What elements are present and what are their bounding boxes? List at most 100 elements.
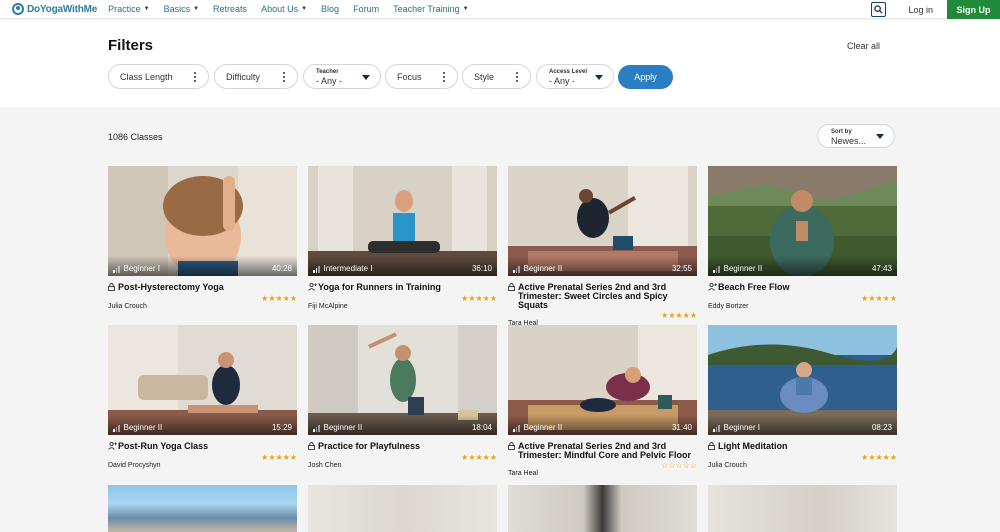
class-card[interactable]: Beginner II 15:29 Post-Run Yoga Class David… [108, 325, 297, 469]
filter-class-length[interactable]: Class Length [108, 64, 209, 89]
login-link[interactable]: Log in [908, 5, 933, 15]
rating-stars: ★★★★★ [661, 311, 697, 320]
filter-difficulty[interactable]: Difficulty [214, 64, 298, 89]
sort-select[interactable]: Sort by Newes... [817, 124, 895, 148]
filters-title: Filters [108, 37, 154, 54]
level-label: Beginner II [123, 423, 163, 432]
class-thumbnail[interactable]: Beginner II 18:04 [308, 325, 497, 435]
chevron-down-icon: ▼ [462, 6, 469, 12]
class-thumbnail[interactable]: Beginner II 32:55 [508, 166, 697, 276]
nav-item-label: Forum [353, 4, 380, 14]
class-title-line2: Trimester: Sweet Circles and Spicy Squat… [518, 291, 668, 310]
level-label: Beginner I [723, 423, 760, 432]
class-title-line1: Yoga for Runners in Training [318, 282, 441, 292]
class-thumbnail[interactable]: Beginner II 31:40 [508, 325, 697, 435]
logo-icon [12, 3, 24, 15]
filter-access-level-select[interactable]: Access Level - Any - [536, 64, 614, 89]
class-meta: Tara Heal ☆☆☆☆☆ [508, 461, 697, 478]
class-title[interactable]: Light Meditation [708, 442, 897, 452]
class-card-partial[interactable] [308, 485, 497, 532]
select-label: Access Level [549, 69, 588, 75]
rating-stars: ☆☆☆☆☆ [661, 461, 697, 470]
level-label: Intermediate I [323, 264, 373, 273]
teacher-name[interactable]: Julia Crouch [708, 462, 747, 469]
nav-item-about-us[interactable]: About Us ▼ [261, 4, 307, 14]
class-card[interactable]: Beginner II 32:55 Active Prenatal Series 2… [508, 166, 697, 327]
nav-item-practice[interactable]: Practice ▼ [108, 4, 149, 14]
class-thumbnail[interactable]: Beginner II 47:43 [708, 166, 897, 276]
duration-label: 47:43 [871, 264, 892, 273]
nav-item-label: About Us [261, 4, 299, 14]
nav-menu: Practice ▼ Basics ▼ Retreats About Us ▼ Blo… [108, 4, 482, 14]
teacher-name[interactable]: Tara Heal [508, 470, 538, 477]
teacher-name[interactable]: Josh Chen [308, 462, 341, 469]
class-title[interactable]: Post-Hysterectomy Yoga [108, 283, 297, 293]
level-label: Beginner II [523, 264, 563, 273]
class-title[interactable]: Beach Free Flow [708, 283, 897, 293]
class-title[interactable]: Active Prenatal Series 2nd and 3rd Trimes… [508, 283, 697, 310]
class-thumbnail[interactable]: Beginner II 15:29 [108, 325, 297, 435]
person-plus-icon [108, 441, 118, 452]
lock-icon [308, 442, 318, 452]
class-title-line2: Trimester: Mindful Core and Pelvic Floor [518, 450, 692, 460]
class-card[interactable]: Beginner II 47:43 Beach Free Flow Eddy Bort… [708, 166, 897, 310]
signup-button[interactable]: Sign Up [947, 0, 1000, 19]
class-title-line1: Beach Free Flow [718, 282, 790, 292]
clear-all-link[interactable]: Clear all [847, 41, 880, 51]
filter-focus[interactable]: Focus [385, 64, 458, 89]
class-card[interactable]: Beginner I 40:28 Post-Hysterectomy Yoga Jul… [108, 166, 297, 310]
level-badge: Beginner II [513, 423, 562, 432]
nav-item-label: Teacher Training [393, 4, 460, 14]
class-title[interactable]: Active Prenatal Series 2nd and 3rd Trimes… [508, 442, 697, 460]
nav-item-basics[interactable]: Basics ▼ [164, 4, 199, 14]
nav-item-retreats[interactable]: Retreats [213, 4, 247, 14]
kebab-icon [443, 72, 445, 82]
class-title-line1: Post-Hysterectomy Yoga [118, 282, 224, 292]
lock-icon [508, 283, 518, 310]
class-thumbnail[interactable] [108, 485, 297, 532]
nav-item-blog[interactable]: Blog [321, 4, 339, 14]
class-meta: Fiji McAlpine ★★★★★ [308, 295, 497, 311]
rating-stars: ★★★★★ [261, 294, 297, 303]
nav-item-forum[interactable]: Forum [353, 4, 379, 14]
class-card[interactable]: Beginner II 31:40 Active Prenatal Series 2… [508, 325, 697, 478]
level-badge: Beginner I [713, 423, 760, 432]
class-card-partial[interactable] [708, 485, 897, 532]
class-title[interactable]: Yoga for Runners in Training [308, 283, 497, 293]
kebab-icon [516, 72, 518, 82]
class-title-text: Post-Run Yoga Class [118, 442, 208, 452]
level-bars-icon [113, 425, 121, 432]
class-title[interactable]: Practice for Playfulness [308, 442, 497, 452]
class-card-partial[interactable] [508, 485, 697, 532]
class-card[interactable]: Intermediate I 36:10 Yoga for Runners in T… [308, 166, 497, 311]
class-thumbnail[interactable] [308, 485, 497, 532]
class-card-partial[interactable] [108, 485, 297, 532]
nav-item-teacher-training[interactable]: Teacher Training ▼ [393, 4, 469, 14]
class-card[interactable]: Beginner I 08:23 Light Meditation Julia Cro… [708, 325, 897, 470]
teacher-name[interactable]: Eddy Bortzer [708, 303, 748, 310]
search-button[interactable] [871, 2, 887, 17]
class-meta: Julia Crouch ★★★★★ [708, 454, 897, 470]
teacher-name[interactable]: Julia Crouch [108, 303, 147, 310]
class-thumbnail[interactable]: Beginner I 40:28 [108, 166, 297, 276]
filter-style[interactable]: Style [462, 64, 531, 89]
class-thumbnail[interactable]: Beginner I 08:23 [708, 325, 897, 435]
apply-button[interactable]: Apply [618, 65, 673, 89]
chevron-down-icon: ▼ [193, 6, 200, 12]
teacher-name[interactable]: Fiji McAlpine [308, 303, 348, 310]
class-card[interactable]: Beginner II 18:04 Practice for Playfulness… [308, 325, 497, 469]
logo[interactable]: DoYogaWithMe [12, 3, 97, 15]
level-label: Beginner II [523, 423, 563, 432]
class-thumbnail[interactable] [708, 485, 897, 532]
class-title[interactable]: Post-Run Yoga Class [108, 442, 297, 452]
filter-teacher-select[interactable]: Teacher - Any - [303, 64, 381, 89]
filters-panel: Filters Clear all Class Length Difficult… [0, 20, 1000, 107]
duration-label: 08:23 [871, 423, 892, 432]
class-thumbnail[interactable]: Intermediate I 36:10 [308, 166, 497, 276]
level-bars-icon [513, 266, 521, 273]
class-thumbnail[interactable] [508, 485, 697, 532]
level-bars-icon [313, 425, 321, 432]
nav-item-label: Retreats [213, 4, 248, 14]
teacher-name[interactable]: David Procyshyn [108, 462, 161, 469]
level-label: Beginner II [723, 264, 763, 273]
